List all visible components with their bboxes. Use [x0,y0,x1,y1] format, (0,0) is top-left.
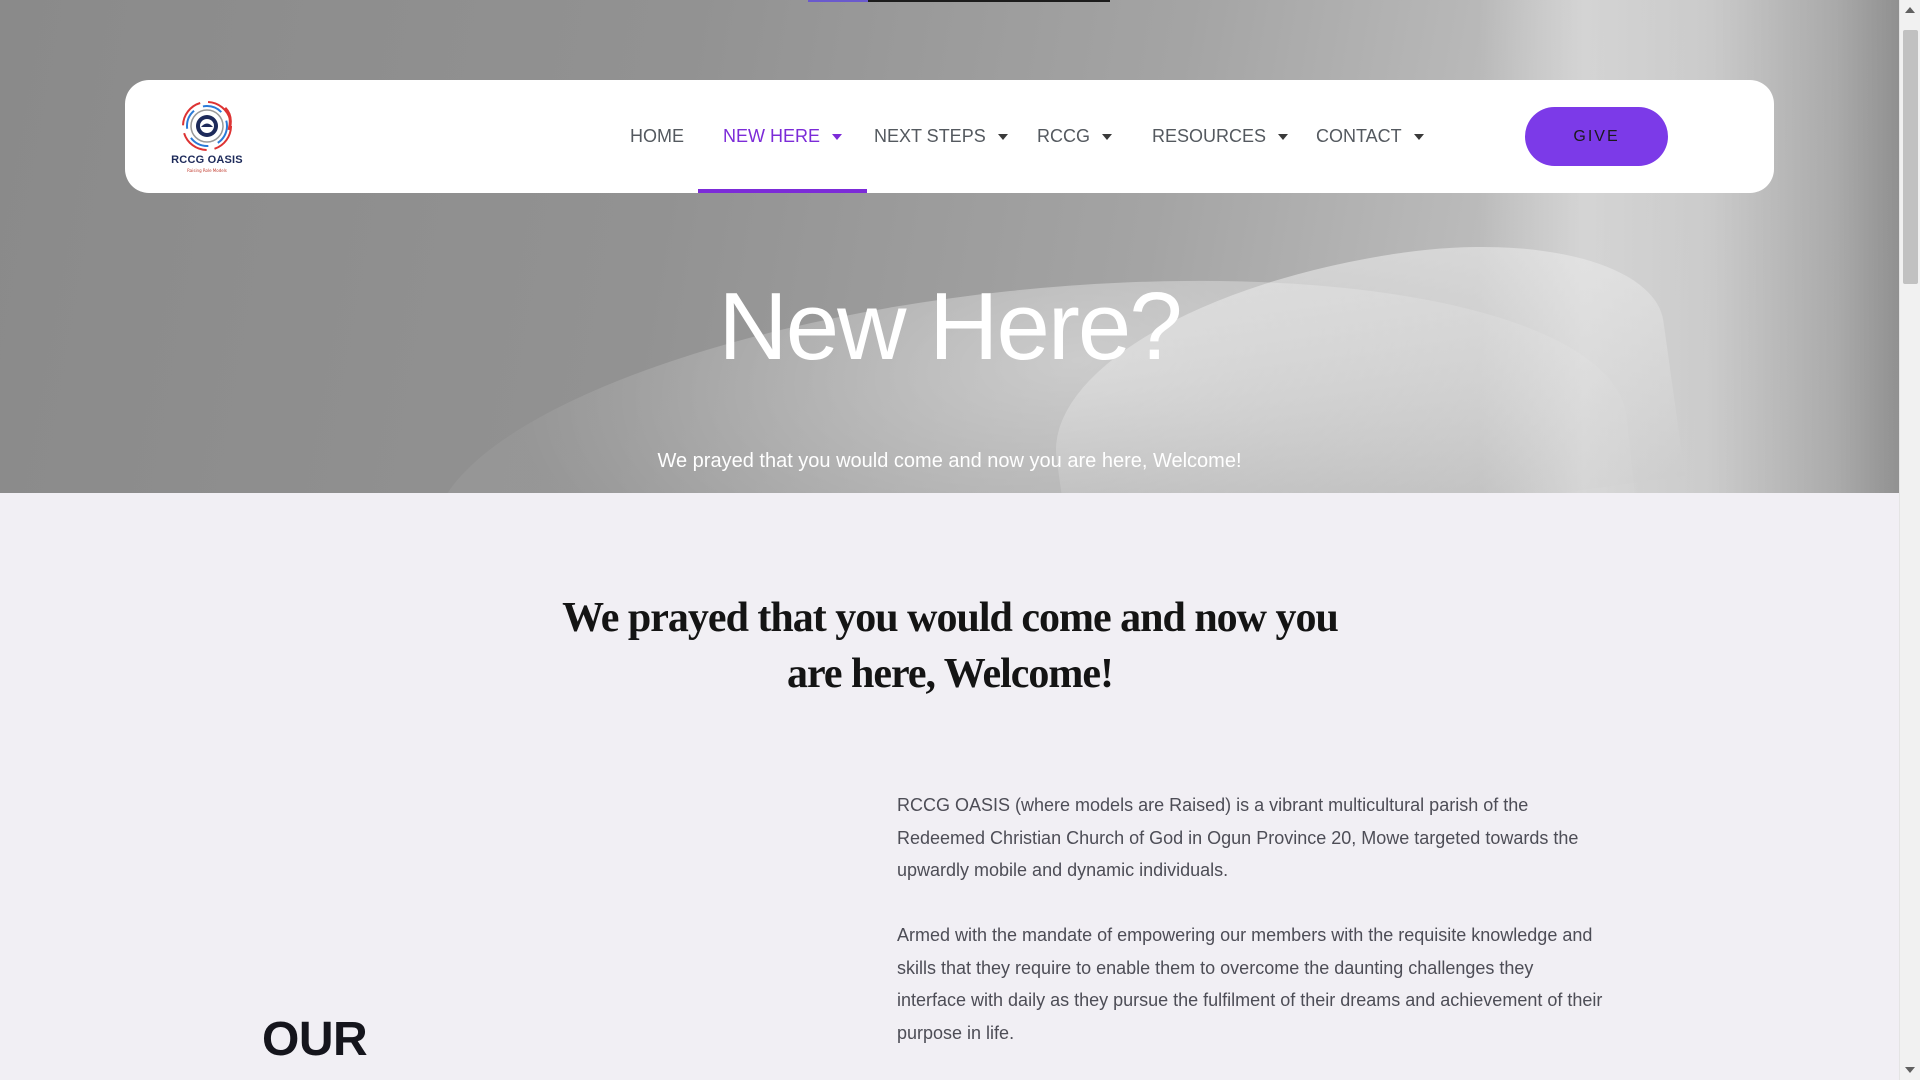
welcome-heading: We prayed that you would come and now yo… [562,595,1339,697]
hero-title: New Here? [718,273,1182,380]
nav-item-home[interactable]: HOME [630,80,684,193]
caret-down-icon [1413,133,1424,140]
give-button[interactable]: GIVE [1525,107,1668,166]
caret-down-icon [1102,133,1112,140]
scroll-down-arrow-icon[interactable] [1905,1067,1915,1073]
nav-item-label: NEXT STEPS [874,126,986,146]
caret-down-icon [997,133,1008,140]
nav-item-new-here[interactable]: NEW HERE [697,80,868,193]
caret-down-icon [832,133,843,140]
hero-banner: New Here? We prayed that you would come … [0,0,1899,493]
about-paragraph: RCCG OASIS (where models are Raised) is … [897,795,1579,880]
scroll-up-arrow-icon[interactable] [1905,7,1915,13]
nav-item-rccg[interactable]: RCCG [1037,80,1112,193]
nav-item-next-steps[interactable]: NEXT STEPS [874,80,1008,193]
nav-item-resources[interactable]: RESOURCES [1152,80,1289,193]
nav-item-label: RESOURCES [1152,126,1267,146]
nav-item-label: NEW HERE [723,126,821,146]
nav-item-label: RCCG [1037,126,1090,146]
top-divider-line [808,0,1110,2]
main-navigation: RCCG OASIS Raising Role Models HOME NEW … [125,80,1774,193]
hero-subtitle: We prayed that you would come and now yo… [657,450,1242,472]
section-heading: OUR [262,1013,368,1066]
scrollbar-thumb[interactable] [1903,30,1918,284]
caret-down-icon [1278,133,1289,140]
mandate-paragraph: Armed with the mandate of empowering our… [897,925,1603,1043]
vertical-scrollbar[interactable] [1899,0,1920,1080]
nav-item-label: HOME [630,126,684,146]
nav-item-contact[interactable]: CONTACT [1316,80,1424,193]
nav-item-label: CONTACT [1316,126,1402,146]
